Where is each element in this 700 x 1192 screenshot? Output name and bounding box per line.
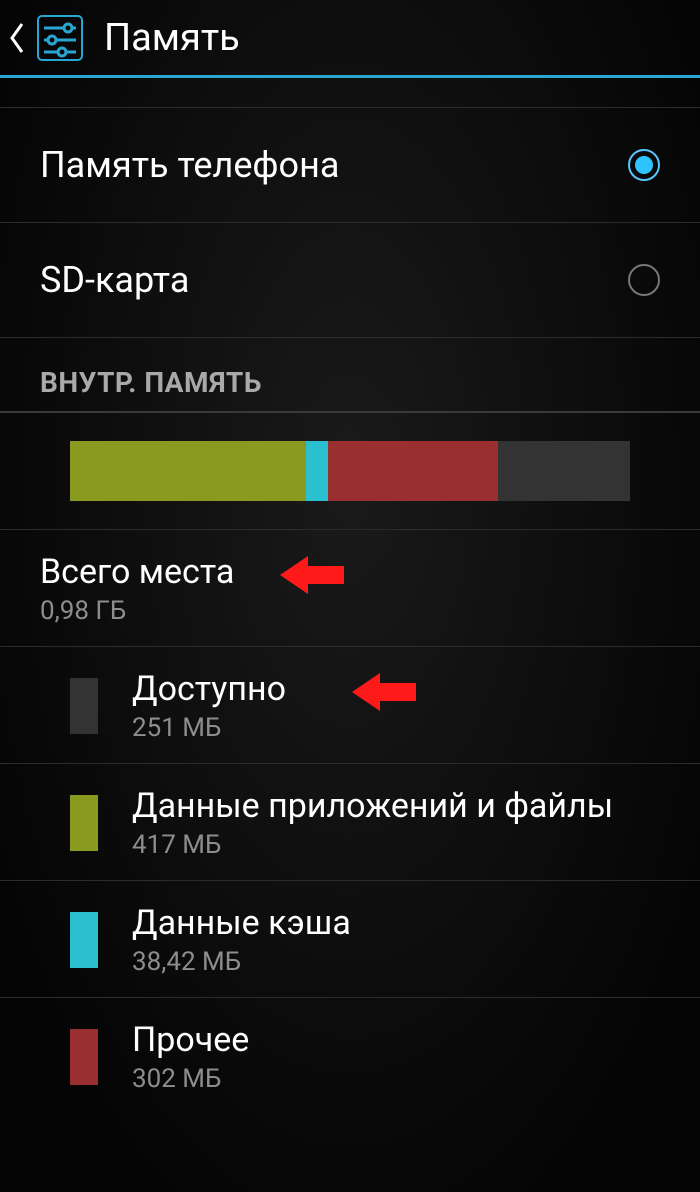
storage-item-total-label: Всего места: [40, 552, 234, 592]
storage-item-other-value: 302 МБ: [132, 1064, 249, 1094]
usage-segment-free: [498, 441, 630, 501]
color-swatch-other: [70, 1029, 98, 1085]
storage-option-phone[interactable]: Память телефона: [0, 108, 700, 223]
radio-unselected-icon[interactable]: [628, 264, 660, 296]
annotation-arrow-icon: [280, 552, 344, 598]
truncated-row: [0, 78, 700, 108]
storage-option-sd-label: SD-карта: [40, 259, 189, 301]
storage-item-cache[interactable]: Данные кэша 38,42 МБ: [0, 881, 700, 998]
app-header: Память: [0, 0, 700, 78]
color-swatch-free: [70, 678, 98, 734]
color-swatch-cache: [70, 912, 98, 968]
storage-option-sd[interactable]: SD-карта: [0, 223, 700, 338]
page-title: Память: [104, 16, 240, 60]
storage-usage-bar: [70, 441, 630, 501]
radio-selected-icon[interactable]: [628, 149, 660, 181]
usage-segment-other: [328, 441, 498, 501]
storage-item-other-label: Прочее: [132, 1020, 249, 1060]
section-header-text: ВНУТР. ПАМЯТЬ: [40, 366, 660, 399]
storage-item-cache-label: Данные кэша: [132, 903, 351, 943]
storage-usage-bar-row: [0, 413, 700, 530]
storage-item-available-label: Доступно: [132, 669, 286, 709]
back-chevron-icon[interactable]: [8, 20, 26, 56]
storage-item-total[interactable]: Всего места 0,98 ГБ: [0, 530, 700, 647]
section-header-internal: ВНУТР. ПАМЯТЬ: [0, 338, 700, 413]
storage-item-other[interactable]: Прочее 302 МБ: [0, 998, 700, 1114]
storage-option-phone-label: Память телефона: [40, 144, 339, 186]
storage-item-total-value: 0,98 ГБ: [40, 596, 234, 626]
color-swatch-apps: [70, 795, 98, 851]
storage-item-apps-value: 417 МБ: [132, 830, 660, 860]
storage-item-apps[interactable]: Данные приложений и файлы 417 МБ: [0, 764, 700, 881]
storage-item-available-value: 251 МБ: [132, 713, 286, 743]
storage-item-available[interactable]: Доступно 251 МБ: [0, 647, 700, 764]
storage-item-cache-value: 38,42 МБ: [132, 947, 351, 977]
usage-segment-cache: [306, 441, 328, 501]
annotation-arrow-icon: [352, 669, 416, 715]
settings-sliders-icon[interactable]: [32, 10, 88, 66]
content: Память телефона SD-карта ВНУТР. ПАМЯТЬ В…: [0, 78, 700, 1114]
usage-segment-apps: [70, 441, 306, 501]
storage-item-apps-label: Данные приложений и файлы: [132, 786, 660, 826]
